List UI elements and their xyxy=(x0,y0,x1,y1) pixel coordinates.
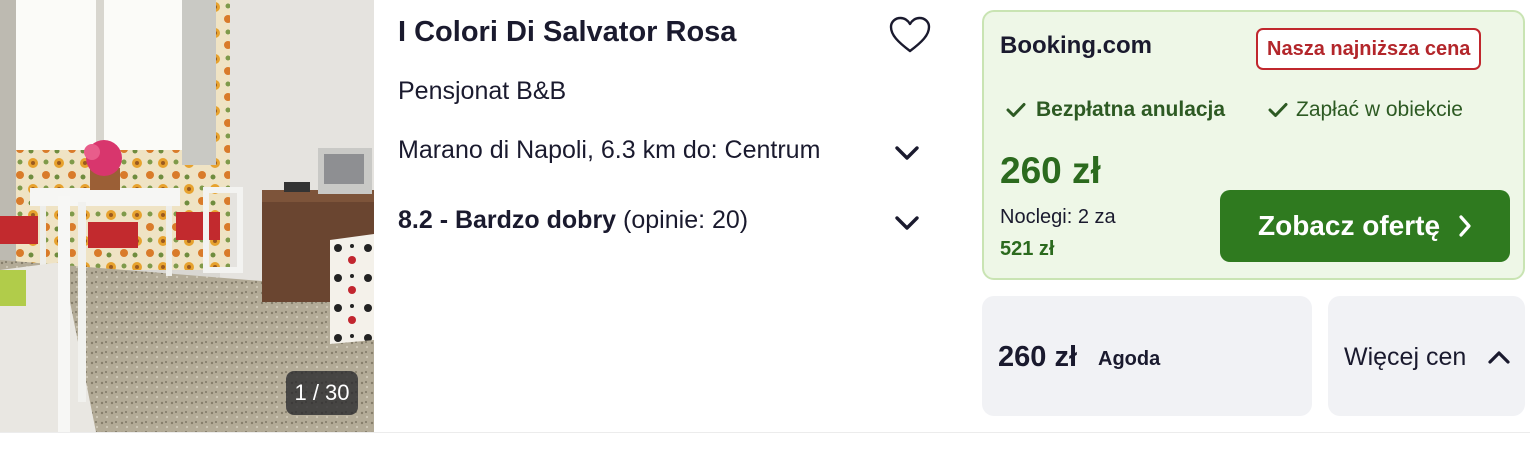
view-offer-label: Zobacz ofertę xyxy=(1257,210,1441,241)
location-row[interactable]: Marano di Napoli, 6.3 km do: Centrum xyxy=(398,132,938,172)
view-offer-button[interactable]: Zobacz ofertę xyxy=(1220,190,1510,262)
chevron-right-icon xyxy=(1459,215,1471,237)
location-text: Marano di Napoli, 6.3 km do: Centrum xyxy=(398,136,821,164)
lowest-price-badge: Nasza najniższa cena xyxy=(1256,28,1482,70)
feature-free-cancellation: Bezpłatna anulacja xyxy=(1006,98,1225,122)
card-divider xyxy=(0,432,1530,433)
rating-review-count: (opinie: 20) xyxy=(623,206,749,234)
rating-text: 8.2 - Bardzo dobry (opinie: 20) xyxy=(398,206,748,235)
offer-nights: Noclegi: 2 za xyxy=(1000,206,1116,228)
rating-score: 8.2 - Bardzo dobry xyxy=(398,206,617,234)
main-offer-box[interactable]: Booking.com Nasza najniższa cena Bezpłat… xyxy=(982,10,1525,280)
offer-price: 260 zł xyxy=(1000,150,1101,191)
photo-counter: 1 / 30 xyxy=(286,371,358,415)
chevron-up-icon xyxy=(1484,342,1514,372)
chevron-down-icon xyxy=(892,208,922,238)
rating-row[interactable]: 8.2 - Bardzo dobry (opinie: 20) xyxy=(398,202,938,242)
check-icon xyxy=(1268,103,1288,117)
room-photo-illustration xyxy=(0,0,374,432)
alt-offer-price: 260 zł xyxy=(998,341,1077,373)
hotel-photo[interactable]: 1 / 30 xyxy=(0,0,374,432)
more-prices-button[interactable]: Więcej cen xyxy=(1328,296,1525,416)
more-prices-label: Więcej cen xyxy=(1344,343,1467,371)
alt-offer-agoda[interactable]: 260 zł Agoda xyxy=(982,296,1312,416)
heart-outline-icon xyxy=(889,16,931,53)
feature-pay-at-property-label: Zapłać w obiekcie xyxy=(1296,98,1463,121)
feature-free-cancellation-label: Bezpłatna anulacja xyxy=(1036,98,1226,121)
hotel-result-card: 1 / 30 I Colori Di Salvator Rosa Pensjon… xyxy=(0,0,1530,432)
hotel-name[interactable]: I Colori Di Salvator Rosa xyxy=(398,16,736,49)
hotel-type: Pensjonat B&B xyxy=(398,77,567,105)
offer-provider: Booking.com xyxy=(1000,32,1153,59)
chevron-down-icon xyxy=(892,138,922,168)
feature-pay-at-property: Zapłać w obiekcie xyxy=(1268,98,1463,122)
offer-total: 521 zł xyxy=(1000,238,1055,260)
check-icon xyxy=(1006,103,1026,117)
alt-offer-provider: Agoda xyxy=(1098,348,1161,370)
favorite-button[interactable] xyxy=(886,12,934,58)
